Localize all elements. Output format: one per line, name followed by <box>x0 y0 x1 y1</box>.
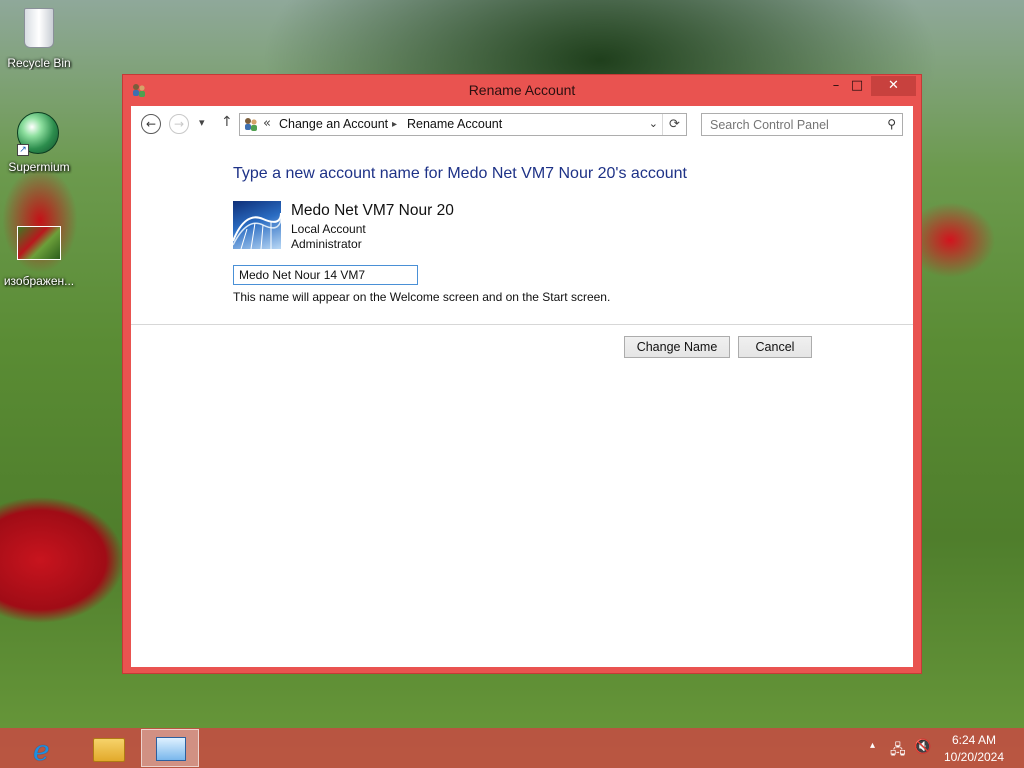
cancel-button[interactable]: Cancel <box>738 336 812 358</box>
account-role: Administrator <box>291 237 362 251</box>
volume-muted-icon[interactable]: 🔇 <box>914 739 931 768</box>
clock-time: 6:24 AM <box>951 733 997 747</box>
control-panel-icon <box>156 737 186 761</box>
rename-account-window: Rename Account – □ ✕ ← → ▾ ↑ « Change an… <box>122 74 922 674</box>
desktop-icon-supermium[interactable]: ↗ Supermium <box>0 112 78 174</box>
image-file-icon <box>17 226 61 270</box>
navigation-bar: ← → ▾ ↑ « Change an Account ▸ Rename Acc… <box>131 106 913 146</box>
desktop-icon-label: Recycle Bin <box>7 56 71 70</box>
desktop-icon-label: изображен... <box>3 274 75 288</box>
address-bar[interactable]: « Change an Account ▸ Rename Account ⌄ ⟳ <box>239 113 687 136</box>
recycle-bin-icon <box>17 8 61 52</box>
breadcrumb-overflow-icon[interactable]: « <box>263 116 271 131</box>
network-icon[interactable]: 🖧 <box>890 739 906 768</box>
back-button[interactable]: ← <box>141 114 161 134</box>
title-bar[interactable]: Rename Account – □ ✕ <box>123 75 921 105</box>
address-dropdown-icon[interactable]: ⌄ <box>649 117 658 130</box>
change-name-button[interactable]: Change Name <box>624 336 730 358</box>
window-content: ← → ▾ ↑ « Change an Account ▸ Rename Acc… <box>131 106 913 667</box>
search-box[interactable]: ⚲ <box>701 113 903 136</box>
search-icon[interactable]: ⚲ <box>887 117 896 131</box>
show-hidden-icons-button[interactable]: ▴ <box>870 740 875 768</box>
account-name: Medo Net VM7 Nour 20 <box>291 202 454 219</box>
maximize-button[interactable]: □ <box>844 76 870 96</box>
supermium-icon: ↗ <box>17 112 61 156</box>
account-picture <box>233 201 281 249</box>
shortcut-arrow-icon: ↗ <box>17 144 29 156</box>
taskbar-internet-explorer[interactable]: e <box>16 729 74 767</box>
forward-button[interactable]: → <box>169 114 189 134</box>
taskbar-control-panel[interactable] <box>141 729 199 767</box>
close-button[interactable]: ✕ <box>871 76 916 96</box>
clock[interactable]: 6:24 AM 10/20/2024 <box>936 732 1012 766</box>
window-title: Rename Account <box>468 82 576 98</box>
breadcrumb-separator-icon[interactable]: ▸ <box>392 119 397 130</box>
desktop-icon-image-file[interactable]: изображен... <box>0 220 78 288</box>
divider <box>131 324 913 325</box>
name-hint-text: This name will appear on the Welcome scr… <box>233 290 611 304</box>
desktop-icon-recycle-bin[interactable]: Recycle Bin <box>0 6 78 70</box>
taskbar-file-explorer[interactable] <box>78 729 136 767</box>
internet-explorer-icon: e <box>33 734 50 767</box>
search-input[interactable] <box>702 114 872 136</box>
taskbar: e ▴ 🖧 🔇 6:24 AM 10/20/2024 <box>0 728 1024 768</box>
up-button[interactable]: ↑ <box>221 114 233 130</box>
new-account-name-input[interactable] <box>233 265 418 285</box>
clock-date: 10/20/2024 <box>943 750 1005 764</box>
refresh-button[interactable]: ⟳ <box>662 114 686 135</box>
file-explorer-icon <box>93 738 125 762</box>
recent-locations-dropdown[interactable]: ▾ <box>199 116 205 129</box>
control-panel-icon <box>243 116 259 132</box>
account-type: Local Account <box>291 222 366 236</box>
desktop-icon-label: Supermium <box>8 160 70 174</box>
breadcrumb-change-account[interactable]: Change an Account <box>279 117 388 131</box>
page-heading: Type a new account name for Medo Net VM7… <box>233 165 687 182</box>
breadcrumb-rename-account[interactable]: Rename Account <box>407 117 502 131</box>
